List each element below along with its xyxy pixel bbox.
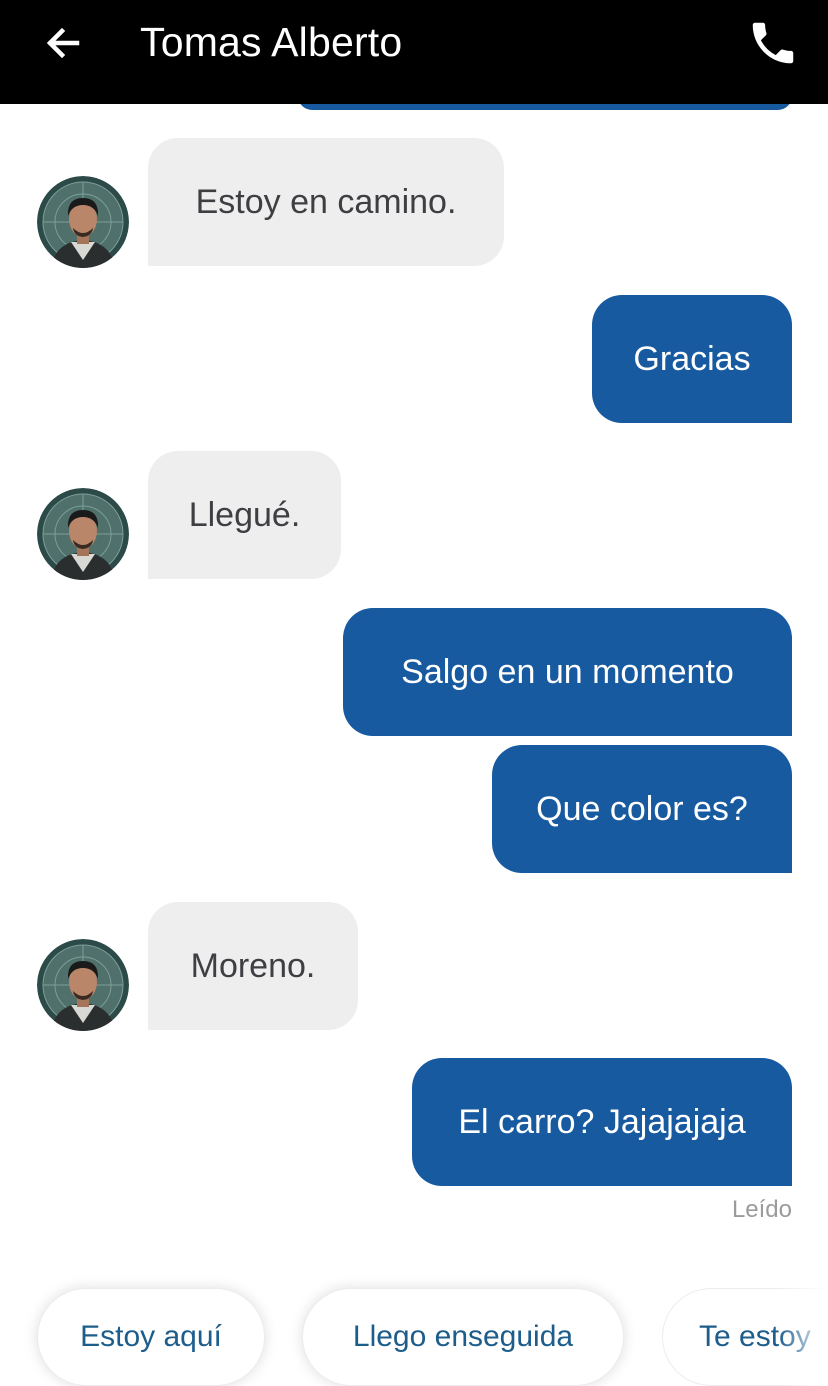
call-button[interactable] bbox=[742, 12, 804, 74]
contact-avatar bbox=[37, 939, 129, 1031]
arrow-left-icon bbox=[46, 27, 80, 59]
read-receipt: Leído bbox=[731, 1196, 792, 1223]
quick-reply-label: Te estoy bbox=[699, 1320, 811, 1353]
phone-icon bbox=[752, 22, 794, 64]
message-text: Moreno. bbox=[190, 946, 316, 985]
back-button[interactable] bbox=[38, 18, 88, 68]
message-bubble-outgoing: Gracias bbox=[592, 295, 792, 423]
message-text: Que color es? bbox=[536, 789, 748, 828]
message-text: Salgo en un momento bbox=[401, 652, 734, 691]
quick-reply-te-estoy[interactable]: Te estoy bbox=[662, 1288, 828, 1386]
contact-name: Tomas Alberto bbox=[140, 19, 403, 65]
contact-avatar bbox=[37, 176, 129, 268]
message-bubble-incoming: Llegué. bbox=[148, 451, 341, 579]
message-text: Gracias bbox=[633, 339, 751, 378]
quick-reply-label: Estoy aquí bbox=[80, 1320, 222, 1353]
quick-reply-label: Llego enseguida bbox=[352, 1320, 574, 1353]
message-bubble-outgoing: Que color es? bbox=[492, 745, 792, 873]
quick-reply-llego-enseguida[interactable]: Llego enseguida bbox=[302, 1288, 624, 1386]
quick-reply-estoy-aqui[interactable]: Estoy aquí bbox=[37, 1288, 265, 1386]
message-bubble-outgoing: El carro? Jajajajaja bbox=[412, 1058, 792, 1186]
chat-header: Tomas Alberto bbox=[0, 0, 828, 104]
message-bubble-incoming: Estoy en camino. bbox=[148, 138, 504, 266]
message-bubble-incoming: Moreno. bbox=[148, 902, 358, 1030]
message-bubble-outgoing: Salgo en un momento bbox=[343, 608, 792, 736]
contact-avatar bbox=[37, 488, 129, 580]
message-text: Llegué. bbox=[188, 495, 301, 534]
message-text: Estoy en camino. bbox=[195, 182, 457, 221]
message-text: El carro? Jajajajaja bbox=[458, 1102, 746, 1141]
